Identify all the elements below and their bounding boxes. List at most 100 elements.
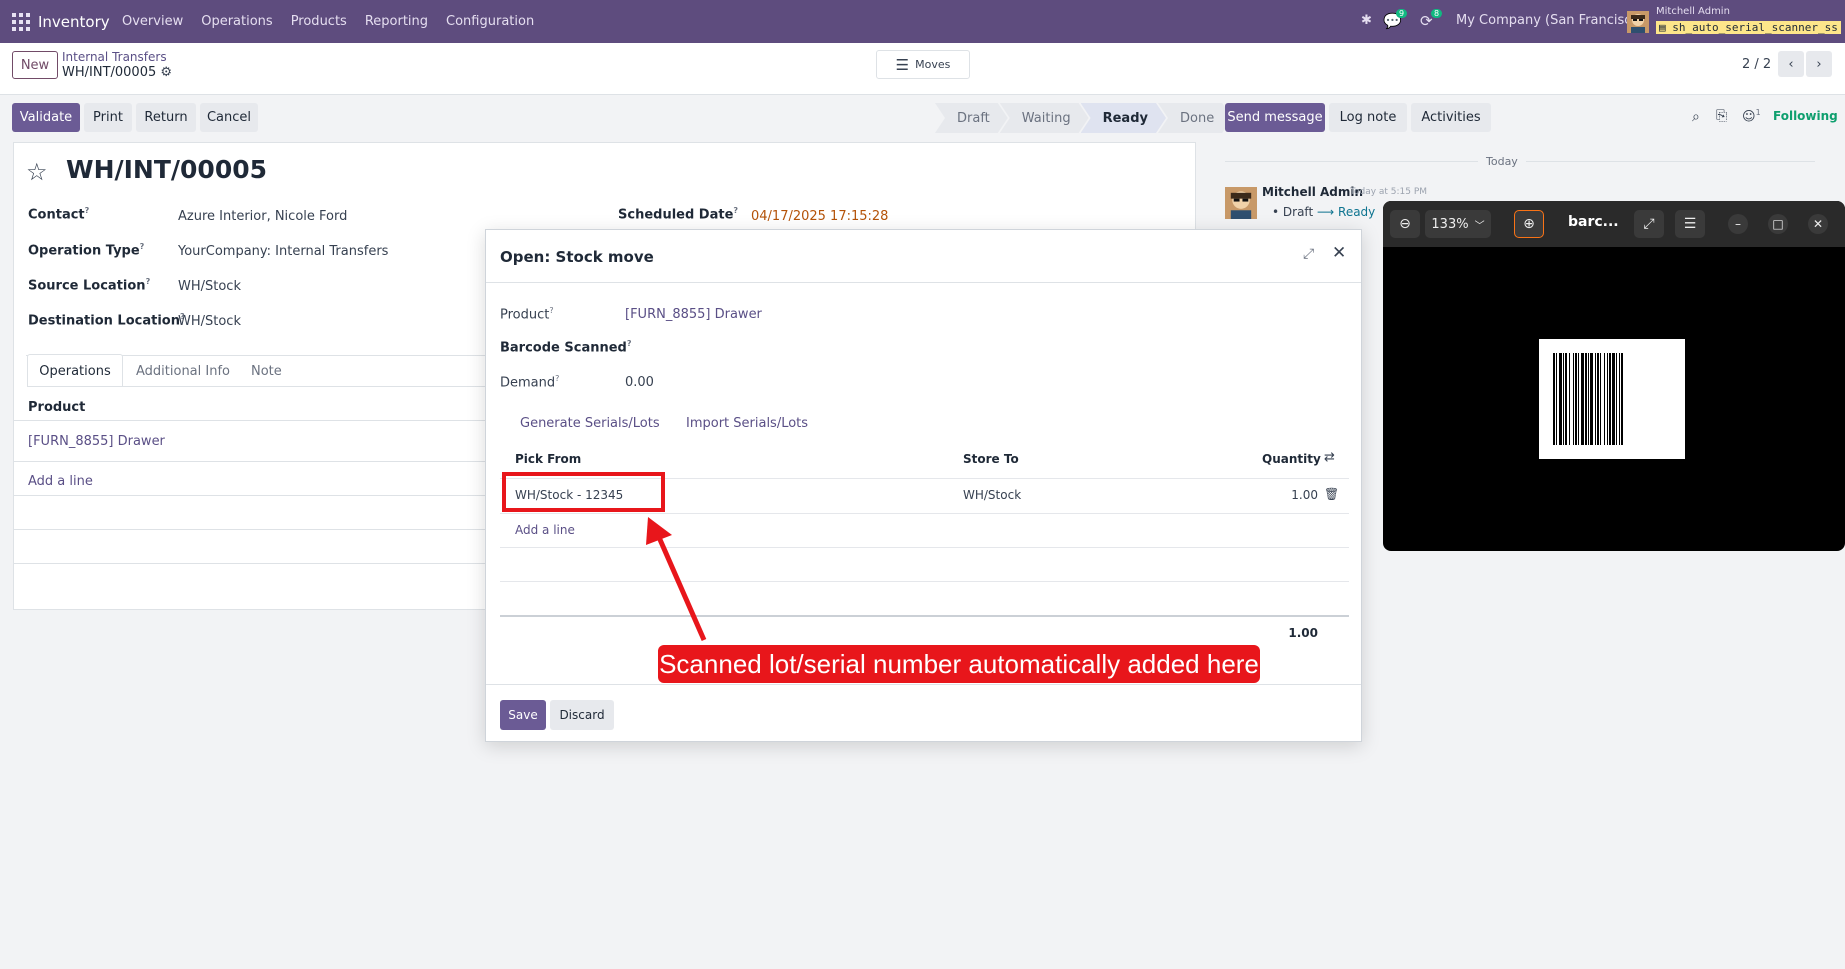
zoom-value: 133%	[1431, 216, 1469, 232]
quantity-header: Quantity	[1262, 452, 1321, 466]
product-row[interactable]: [FURN_8855] Drawer	[28, 434, 165, 449]
stage-waiting[interactable]: Waiting	[1000, 103, 1089, 133]
trash-icon[interactable]: 🗑	[1324, 487, 1339, 501]
company-switcher[interactable]: My Company (San Francisco)	[1456, 13, 1644, 28]
database-chip: ▤ sh_auto_serial_scanner_ss	[1656, 20, 1841, 35]
contact-label: Contact?	[28, 206, 90, 223]
menu-operations[interactable]: Operations	[201, 14, 272, 29]
tracking-old-value: Draft	[1282, 205, 1314, 219]
tab-note[interactable]: Note	[251, 364, 282, 379]
log-note-button[interactable]: Log note	[1329, 103, 1407, 132]
apps-menu-icon[interactable]	[12, 13, 30, 31]
source-location-value[interactable]: WH/Stock	[178, 279, 241, 294]
generate-serials-button[interactable]: Generate Serials/Lots	[520, 416, 660, 431]
save-button[interactable]: Save	[500, 700, 546, 730]
quantity-cell[interactable]: 1.00	[1260, 488, 1318, 502]
pager-next-icon[interactable]: ›	[1806, 51, 1832, 77]
demand-value[interactable]: 0.00	[625, 375, 654, 390]
activities-badge: 8	[1431, 9, 1443, 18]
annotation-arrow	[646, 517, 707, 642]
hamburger-menu-icon[interactable]: ☰	[1675, 210, 1705, 238]
bug-icon[interactable]: ✱	[1361, 13, 1372, 28]
pager-prev-icon[interactable]: ‹	[1778, 51, 1804, 77]
followers-icon[interactable]: ☺1	[1742, 108, 1761, 124]
barcode-graphic	[1553, 353, 1623, 445]
user-name[interactable]: Mitchell Admin	[1656, 6, 1730, 17]
destination-location-value[interactable]: WH/Stock	[178, 314, 241, 329]
status-bar: Draft Waiting Ready Done	[935, 103, 1232, 133]
breadcrumb-current: WH/INT/00005 ⚙	[62, 65, 172, 80]
breadcrumb-parent[interactable]: Internal Transfers	[62, 50, 167, 64]
expand-icon[interactable]: ⤢	[1303, 246, 1314, 262]
avatar[interactable]	[1627, 11, 1649, 33]
paperclip-icon[interactable]: ⎘	[1716, 108, 1727, 124]
zoom-out-icon[interactable]: ⊖	[1390, 210, 1420, 238]
dialog-title: Open: Stock move	[500, 248, 654, 266]
star-icon[interactable]: ☆	[26, 158, 48, 186]
today-separator: Today	[1478, 155, 1526, 168]
fullscreen-icon[interactable]: ⤢	[1634, 210, 1664, 238]
viewer-header: ⊖ 133% ﹀ ⊕ barc... ⤢ ☰ – □ ✕	[1383, 201, 1845, 247]
contact-value[interactable]: Azure Interior, Nicole Ford	[178, 209, 347, 224]
menu-products[interactable]: Products	[291, 14, 347, 29]
moves-label: Moves	[915, 58, 951, 71]
message-time: Today at 5:15 PM	[1350, 187, 1428, 197]
menu-configuration[interactable]: Configuration	[446, 14, 534, 29]
message-author[interactable]: Mitchell Admin	[1262, 185, 1363, 199]
chevron-down-icon: ﹀	[1474, 220, 1485, 232]
destination-location-label: Destination Location?	[28, 312, 185, 329]
author-avatar	[1225, 187, 1257, 219]
store-to-cell[interactable]: WH/Stock	[963, 488, 1021, 502]
import-serials-button[interactable]: Import Serials/Lots	[686, 416, 808, 431]
scheduled-date-label: Scheduled Date?	[618, 206, 739, 223]
database-icon: ▤	[1659, 21, 1673, 34]
print-button[interactable]: Print	[84, 103, 132, 132]
operation-type-value[interactable]: YourCompany: Internal Transfers	[178, 244, 388, 259]
main-menu: Overview Operations Products Reporting C…	[122, 14, 534, 29]
cancel-button[interactable]: Cancel	[200, 103, 258, 132]
scheduled-date-value[interactable]: 04/17/2025 17:15:28	[751, 209, 888, 224]
app-name[interactable]: Inventory	[38, 13, 110, 31]
menu-overview[interactable]: Overview	[122, 14, 183, 29]
stage-ready[interactable]: Ready	[1081, 103, 1166, 133]
gear-icon[interactable]: ⚙	[160, 65, 172, 80]
following-button[interactable]: Following	[1773, 109, 1838, 123]
zoom-in-icon[interactable]: ⊕	[1514, 210, 1544, 238]
optional-columns-icon[interactable]: ⇄	[1324, 450, 1335, 465]
activities-icon[interactable]: ⟳ 8	[1420, 9, 1443, 30]
demand-label: Demand?	[500, 374, 560, 391]
barcode-scanned-input[interactable]	[625, 334, 1345, 360]
record-title: WH/INT/00005	[66, 155, 268, 184]
barcode-image	[1539, 339, 1685, 459]
menu-reporting[interactable]: Reporting	[365, 14, 428, 29]
tracking-new-value: Ready	[1338, 205, 1376, 219]
image-viewer-window: ⊖ 133% ﹀ ⊕ barc... ⤢ ☰ – □ ✕	[1383, 201, 1845, 551]
tab-operations[interactable]: Operations	[27, 354, 123, 387]
annotation-callout: Scanned lot/serial number automatically …	[658, 645, 1260, 683]
viewer-title: barc...	[1568, 214, 1619, 230]
new-button[interactable]: New	[12, 51, 58, 79]
minimize-icon[interactable]: –	[1728, 214, 1748, 234]
activities-button[interactable]: Activities	[1411, 103, 1491, 132]
quantity-total: 1.00	[1288, 626, 1318, 640]
pager-value[interactable]: 2 / 2	[1742, 57, 1771, 72]
zoom-level[interactable]: 133% ﹀	[1425, 210, 1491, 238]
product-column-header: Product	[28, 400, 86, 415]
store-to-header: Store To	[963, 452, 1019, 466]
add-line-link[interactable]: Add a line	[515, 523, 575, 537]
messages-icon[interactable]: 💬 9	[1383, 9, 1408, 30]
product-label: Product?	[500, 306, 554, 323]
discard-button[interactable]: Discard	[550, 700, 614, 730]
tab-additional-info[interactable]: Additional Info	[136, 364, 230, 379]
validate-button[interactable]: Validate	[12, 103, 80, 132]
return-button[interactable]: Return	[136, 103, 196, 132]
send-message-button[interactable]: Send message	[1225, 103, 1325, 132]
close-icon[interactable]: ✕	[1808, 214, 1828, 234]
maximize-icon[interactable]: □	[1768, 214, 1788, 234]
add-line-link[interactable]: Add a line	[28, 474, 93, 489]
search-icon[interactable]: ⌕	[1692, 109, 1700, 125]
close-icon[interactable]: ✕	[1332, 243, 1346, 263]
moves-smart-button[interactable]: ☰ Moves	[876, 50, 970, 79]
stage-draft[interactable]: Draft	[935, 103, 1008, 133]
product-value[interactable]: [FURN_8855] Drawer	[625, 307, 762, 322]
